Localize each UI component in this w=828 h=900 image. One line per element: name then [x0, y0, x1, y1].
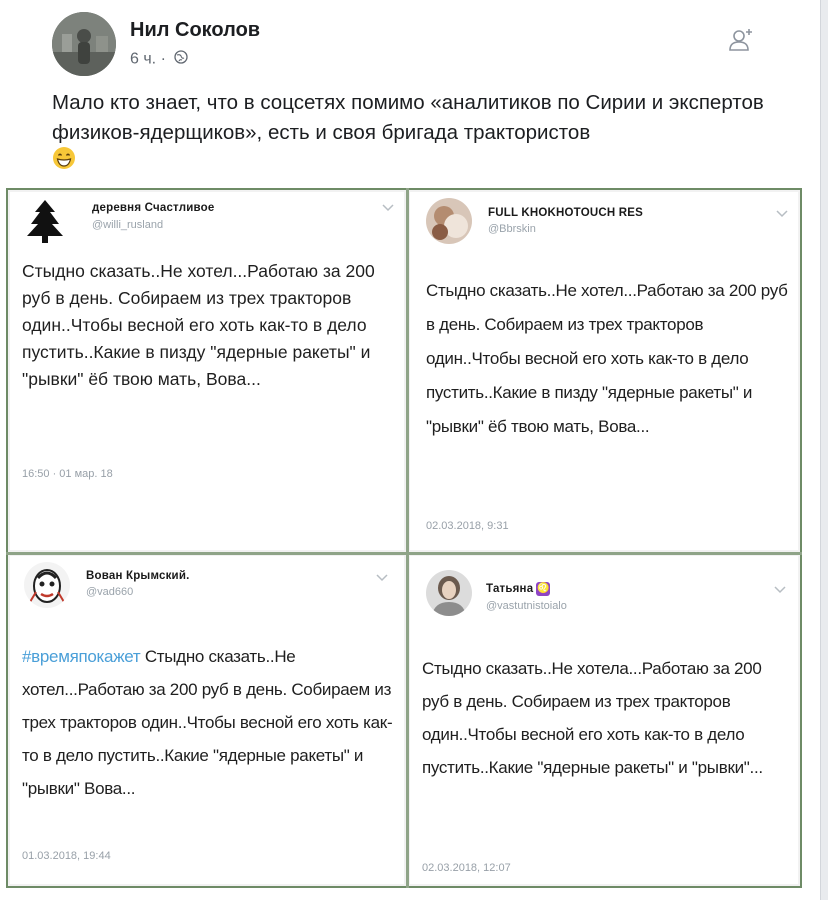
tweet-author-name-text: Татьяна: [486, 583, 534, 596]
tweet-text: Стыдно сказать..Не хотел...Работаю за 20…: [426, 281, 788, 436]
collage-divider: [406, 188, 409, 888]
tweet-card: FULL KHOKHOTOUCH RES @Bbrskin Стыдно ска…: [410, 192, 798, 550]
tweet-author-name: FULL KHOKHOTOUCH RES: [488, 207, 643, 219]
tweet-text: #времяпокажет Стыдно сказать..Не хотел..…: [22, 640, 400, 805]
tweet-timestamp: 01.03.2018, 19:44: [22, 850, 111, 862]
author-avatar[interactable]: [52, 12, 116, 76]
chevron-down-icon: [382, 204, 394, 212]
chevron-down-icon: [376, 574, 388, 582]
grinning-face-emoji-icon: [52, 146, 76, 170]
chevron-down-icon: [776, 210, 788, 218]
tweet-author-name: Вован Крымский.: [86, 570, 190, 582]
tweet-card: деревня Счастливое @willi_rusland Стыдно…: [10, 192, 404, 550]
woman-photo-avatar: [426, 570, 472, 616]
tweet-timestamp: 16:50 · 01 мар. 18: [22, 468, 113, 480]
photo-avatar: [426, 198, 472, 244]
page-gutter: [821, 0, 828, 900]
author-name[interactable]: Нил Соколов: [130, 19, 260, 42]
tree-icon: [22, 198, 68, 244]
meta-separator: ·: [160, 50, 166, 68]
post-time[interactable]: 6 ч.: [130, 51, 156, 68]
tweet-card: Татьяна ♌ @vastutnistoialo Стыдно сказать…: [410, 556, 798, 884]
tweet-handle: @vastutnistoialo: [486, 600, 567, 612]
tweet-text: Стыдно сказать..Не хотела...Работаю за 2…: [422, 659, 763, 777]
tweet-author-name: деревня Счастливое: [92, 202, 215, 214]
tweet-card: Вован Крымский. @vad660 #времяпокажет Ст…: [10, 556, 404, 884]
chevron-down-icon: [774, 586, 786, 594]
tweet-handle: @willi_rusland: [92, 219, 164, 231]
leo-zodiac-icon: ♌: [536, 582, 551, 596]
tweet-timestamp: 02.03.2018, 9:31: [426, 520, 509, 532]
tweet-handle: @vad660: [86, 586, 134, 598]
face-drawing-avatar: [24, 562, 70, 608]
tweet-timestamp: 02.03.2018, 12:07: [422, 862, 511, 874]
tweet-handle: @Bbrskin: [488, 223, 536, 235]
tweet-text-body: Стыдно сказать..Не хотел...Работаю за 20…: [22, 647, 393, 798]
tweet-author-name: Татьяна ♌: [486, 582, 551, 596]
facebook-post-card: Нил Соколов 6 ч. · Мало кто знает, что в…: [0, 0, 821, 900]
post-meta: 6 ч. ·: [130, 50, 189, 69]
hashtag-link[interactable]: #времяпокажет: [22, 647, 141, 666]
globe-icon[interactable]: [174, 50, 189, 69]
tweet-text: Стыдно сказать..Не хотел...Работаю за 20…: [22, 261, 375, 389]
post-text: Мало кто знает, что в соцсетях помимо «а…: [52, 91, 764, 144]
collage-divider: [6, 552, 802, 555]
add-friend-icon[interactable]: [726, 26, 756, 56]
